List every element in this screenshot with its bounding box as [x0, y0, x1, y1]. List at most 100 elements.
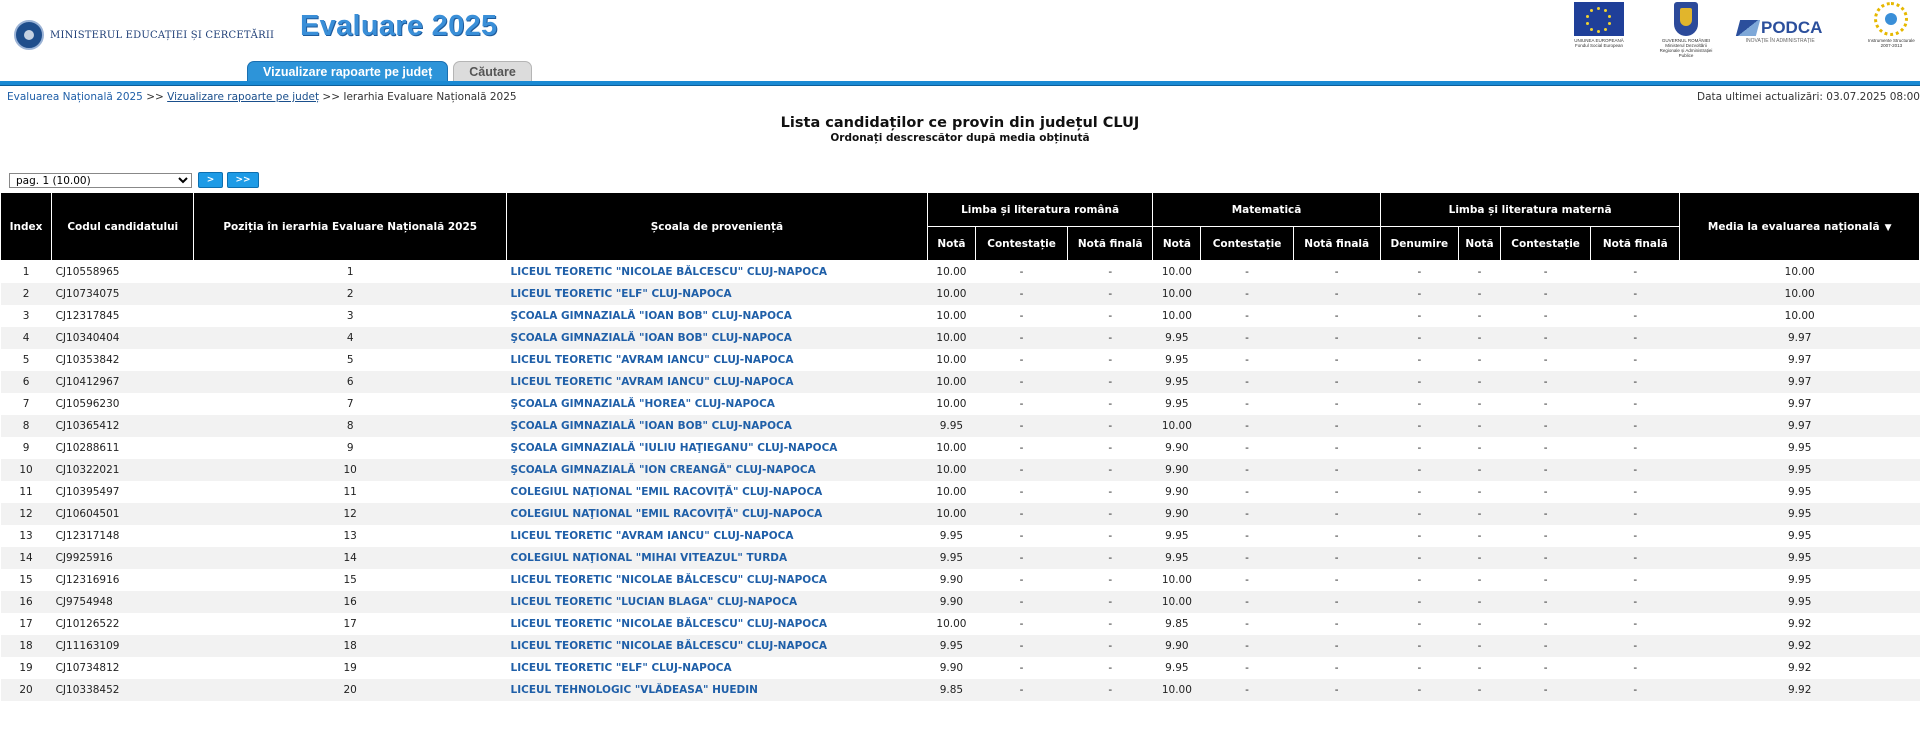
cell-average: 9.95: [1679, 480, 1920, 503]
cell-school-link[interactable]: LICEUL TEORETIC "NICOLAE BĂLCESCU" CLUJ-…: [506, 260, 928, 283]
table-row: 13 CJ12317148 13 LICEUL TEORETIC "AVRAM IAN…: [0, 524, 1920, 547]
cell-candidate-code: CJ10126522: [51, 612, 194, 635]
cell-school-link[interactable]: COLEGIUL NAŢIONAL "MIHAI VITEAZUL" TURDA: [506, 546, 928, 569]
next-page-button[interactable]: >: [198, 172, 223, 188]
cell-ro-grade: 9.95: [927, 634, 976, 657]
table-row: 8 CJ10365412 8 ŞCOALA GIMNAZIALĂ "IOAN BOB"…: [0, 414, 1920, 437]
cell-mother-final: -: [1590, 656, 1680, 679]
cell-candidate-code: CJ9925916: [51, 546, 194, 569]
cell-position: 1: [193, 260, 507, 283]
cell-school-link[interactable]: LICEUL TEORETIC "NICOLAE BĂLCESCU" CLUJ-…: [506, 634, 928, 657]
cell-school-link[interactable]: LICEUL TEORETIC "AVRAM IANCU" CLUJ-NAPOC…: [506, 348, 928, 371]
cell-school-link[interactable]: ŞCOALA GIMNAZIALĂ "IOAN BOB" CLUJ-NAPOCA: [506, 414, 928, 437]
breadcrumb-item-county-reports[interactable]: Vizualizare rapoarte pe județ: [167, 91, 319, 103]
cell-ro-final: -: [1067, 436, 1153, 459]
cell-school-link[interactable]: COLEGIUL NAŢIONAL "EMIL RACOVIŢĂ" CLUJ-N…: [506, 480, 928, 503]
cell-ro-appeal: -: [975, 260, 1068, 283]
cell-school-link[interactable]: ŞCOALA GIMNAZIALĂ "IULIU HAŢIEGANU" CLUJ…: [506, 436, 928, 459]
ministry-logo[interactable]: MINISTERUL EDUCAȚIEI ȘI CERCETĂRII: [14, 20, 274, 50]
cell-average: 9.97: [1679, 414, 1920, 437]
cell-candidate-code: CJ10412967: [51, 370, 194, 393]
cell-mother-appeal: -: [1500, 546, 1591, 569]
cell-math-appeal: -: [1200, 524, 1294, 547]
cell-math-final: -: [1293, 414, 1381, 437]
header-index[interactable]: Index: [0, 192, 53, 261]
header-mother-appeal[interactable]: Contestație: [1500, 226, 1592, 261]
cell-mother-grade: -: [1458, 524, 1501, 547]
last-page-button[interactable]: >>: [227, 172, 259, 188]
cell-candidate-code: CJ10734812: [51, 656, 194, 679]
cell-index: 17: [0, 612, 52, 635]
header-math-appeal[interactable]: Contestație: [1200, 226, 1294, 261]
header-school[interactable]: Școala de proveniență: [506, 192, 928, 261]
cell-mother-name: -: [1380, 414, 1459, 437]
cell-mother-name: -: [1380, 436, 1459, 459]
header-math-grade[interactable]: Notă: [1152, 226, 1202, 261]
cell-school-link[interactable]: ŞCOALA GIMNAZIALĂ "IOAN BOB" CLUJ-NAPOCA: [506, 304, 928, 327]
table-row: 1 CJ10558965 1 LICEUL TEORETIC "NICOLAE BĂL…: [0, 260, 1920, 283]
cell-mother-grade: -: [1458, 392, 1501, 415]
cell-index: 13: [0, 524, 52, 547]
header-math-final[interactable]: Notă finală: [1292, 226, 1381, 261]
cell-mother-final: -: [1590, 458, 1680, 481]
cell-math-grade: 9.95: [1152, 656, 1201, 679]
header-mother-final[interactable]: Notă finală: [1590, 226, 1681, 261]
cell-school-link[interactable]: ŞCOALA GIMNAZIALĂ "ION CREANGĂ" CLUJ-NAP…: [506, 458, 928, 481]
cell-math-appeal: -: [1200, 392, 1294, 415]
cell-school-link[interactable]: COLEGIUL NAŢIONAL "EMIL RACOVIŢĂ" CLUJ-N…: [506, 502, 928, 525]
cell-school-link[interactable]: ŞCOALA GIMNAZIALĂ "HOREA" CLUJ-NAPOCA: [506, 392, 928, 415]
cell-mother-name: -: [1380, 590, 1459, 613]
cell-school-link[interactable]: LICEUL TEORETIC "AVRAM IANCU" CLUJ-NAPOC…: [506, 370, 928, 393]
cell-mother-name: -: [1380, 458, 1459, 481]
cell-math-grade: 10.00: [1152, 678, 1201, 701]
cell-math-appeal: -: [1200, 480, 1294, 503]
cell-school-link[interactable]: LICEUL TEORETIC "AVRAM IANCU" CLUJ-NAPOC…: [506, 524, 928, 547]
cell-math-final: -: [1293, 502, 1381, 525]
cell-school-link[interactable]: LICEUL TEORETIC "ELF" CLUJ-NAPOCA: [506, 282, 928, 305]
tab-bar: Vizualizare rapoarte pe județ Căutare: [247, 61, 532, 81]
cell-ro-final: -: [1067, 612, 1153, 635]
cell-mother-appeal: -: [1500, 678, 1591, 701]
cell-mother-name: -: [1380, 260, 1459, 283]
cell-math-appeal: -: [1200, 568, 1294, 591]
cell-school-link[interactable]: LICEUL TEORETIC "NICOLAE BĂLCESCU" CLUJ-…: [506, 568, 928, 591]
cell-school-link[interactable]: LICEUL TEORETIC "NICOLAE BĂLCESCU" CLUJ-…: [506, 612, 928, 635]
cell-ro-appeal: -: [975, 348, 1068, 371]
cell-average: 9.95: [1679, 590, 1920, 613]
cell-school-link[interactable]: ŞCOALA GIMNAZIALĂ "IOAN BOB" CLUJ-NAPOCA: [506, 326, 928, 349]
tab-county-reports[interactable]: Vizualizare rapoarte pe județ: [247, 61, 449, 81]
cell-mother-name: -: [1380, 502, 1459, 525]
cell-ro-final: -: [1067, 678, 1153, 701]
cell-school-link[interactable]: LICEUL TEORETIC "LUCIAN BLAGA" CLUJ-NAPO…: [506, 590, 928, 613]
cell-position: 10: [193, 458, 507, 481]
cell-position: 13: [193, 524, 507, 547]
page-select[interactable]: pag. 1 (10.00): [9, 172, 192, 188]
cell-math-grade: 9.90: [1152, 502, 1201, 525]
table-row: 10 CJ10322021 10 ŞCOALA GIMNAZIALĂ "ION CRE…: [0, 458, 1920, 481]
cell-mother-appeal: -: [1500, 304, 1591, 327]
breadcrumb-item-evaluation[interactable]: Evaluarea Națională 2025: [7, 91, 143, 103]
cell-math-grade: 9.90: [1152, 458, 1201, 481]
tab-search[interactable]: Căutare: [453, 61, 532, 81]
cell-average: 9.95: [1679, 524, 1920, 547]
cell-ro-final: -: [1067, 282, 1153, 305]
cell-school-link[interactable]: LICEUL TEHNOLOGIC "VLĂDEASA" HUEDIN: [506, 678, 928, 701]
header-position[interactable]: Poziția în ierarhia Evaluare Națională 2…: [193, 192, 508, 261]
header-mother-grade[interactable]: Notă: [1457, 226, 1502, 261]
header-average[interactable]: Media la evaluarea națională ▼: [1679, 192, 1920, 261]
romanian-crest-icon: [1674, 2, 1698, 36]
cell-math-appeal: -: [1200, 370, 1294, 393]
cell-math-grade: 10.00: [1152, 590, 1201, 613]
cell-math-appeal: -: [1200, 458, 1294, 481]
header-ro-grade[interactable]: Notă: [926, 226, 976, 261]
cell-mother-grade: -: [1458, 480, 1501, 503]
header-ro-final[interactable]: Notă finală: [1067, 226, 1154, 261]
cell-average: 9.92: [1679, 612, 1920, 635]
header-ro-appeal[interactable]: Contestație: [974, 226, 1069, 261]
header-candidate-code[interactable]: Codul candidatului: [51, 192, 195, 261]
cell-math-grade: 9.95: [1152, 546, 1201, 569]
cell-candidate-code: CJ10365412: [51, 414, 194, 437]
cell-school-link[interactable]: LICEUL TEORETIC "ELF" CLUJ-NAPOCA: [506, 656, 928, 679]
structural-years: 2007-2013: [1880, 43, 1903, 48]
header-mother-name[interactable]: Denumire: [1379, 226, 1459, 261]
